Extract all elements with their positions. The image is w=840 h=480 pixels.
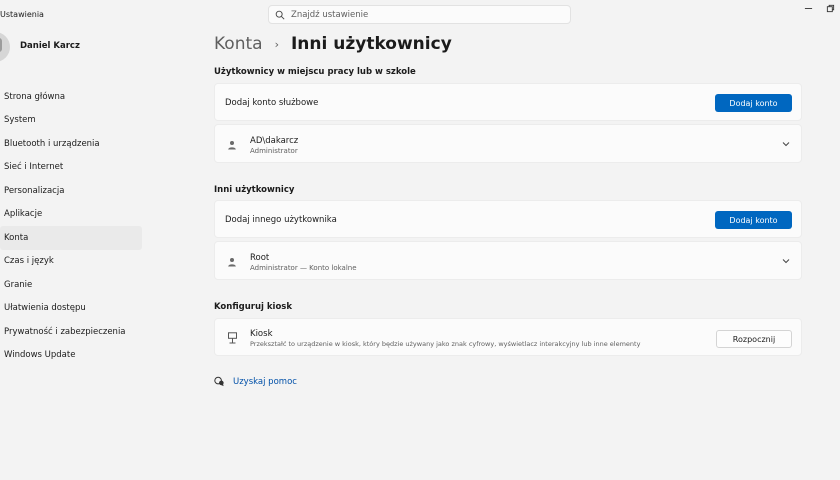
breadcrumb-separator-icon: › — [274, 37, 279, 51]
sidebar-item-time-language[interactable]: Czas i język — [0, 250, 142, 274]
sidebar-item-label: Sieć i Internet — [4, 162, 64, 173]
search-input[interactable] — [291, 9, 551, 20]
window-controls — [802, 2, 836, 14]
sidebar-item-bluetooth[interactable]: Bluetooth i urządzenia — [0, 132, 142, 156]
add-work-account-card: Dodaj konto służbowe Dodaj konto — [214, 83, 802, 121]
sidebar-item-accessibility[interactable]: Ułatwienia dostępu — [0, 297, 142, 321]
sidebar-item-accounts[interactable]: Konta — [0, 226, 142, 250]
user-name: Daniel Karcz — [20, 41, 80, 51]
sidebar-item-windows-update[interactable]: Windows Update — [0, 344, 142, 368]
sidebar-item-gaming[interactable]: Granie — [0, 273, 142, 297]
other-user-name: Root — [250, 253, 270, 263]
add-other-user-button[interactable]: Dodaj konto — [715, 211, 792, 229]
sidebar-item-system[interactable]: System — [0, 109, 142, 133]
person-icon — [228, 258, 236, 267]
sidebar-item-label: System — [4, 115, 36, 126]
breadcrumb-parent[interactable]: Konta — [214, 34, 263, 54]
work-account-role: Administrator — [250, 147, 298, 155]
kiosk-title: Kiosk — [250, 329, 273, 339]
work-account-row[interactable]: AD\dakarcz Administrator — [214, 124, 802, 163]
sidebar-item-network[interactable]: Sieć i Internet — [0, 156, 142, 180]
person-icon — [228, 141, 236, 150]
sidebar-item-label: Granie — [4, 279, 33, 290]
breadcrumb: Konta › Inni użytkownicy — [214, 34, 452, 54]
section-title-work: Użytkownicy w miejscu pracy lub w szkole — [214, 67, 416, 77]
sidebar-item-privacy[interactable]: Prywatność i zabezpieczenia — [0, 320, 142, 344]
sidebar-item-label: Bluetooth i urządzenia — [4, 138, 100, 149]
minimize-icon[interactable] — [802, 2, 814, 14]
avatar — [0, 32, 10, 62]
help-icon — [214, 376, 224, 387]
sidebar-item-apps[interactable]: Aplikacje — [0, 203, 142, 227]
page-title: Inni użytkownicy — [290, 34, 452, 54]
sidebar-item-label: Personalizacja — [4, 185, 65, 196]
sidebar-item-label: Czas i język — [4, 256, 54, 267]
kiosk-description: Przekształć to urządzenie w kiosk, który… — [250, 340, 641, 348]
search-icon — [275, 10, 285, 19]
section-title-kiosk: Konfiguruj kiosk — [214, 302, 292, 312]
add-other-user-card: Dodaj innego użytkownika Dodaj konto — [214, 200, 802, 238]
get-help-link[interactable]: Uzyskaj pomoc — [233, 377, 297, 387]
other-user-role: Administrator — Konto lokalne — [250, 264, 357, 272]
add-other-user-label: Dodaj innego użytkownika — [225, 215, 337, 225]
start-kiosk-button[interactable]: Rozpocznij — [716, 330, 792, 348]
user-profile[interactable]: Daniel Karcz — [0, 32, 140, 62]
chevron-down-icon[interactable] — [781, 256, 791, 266]
sidebar-item-label: Konta — [4, 232, 29, 243]
add-work-account-button[interactable]: Dodaj konto — [715, 94, 792, 112]
sidebar-item-label: Windows Update — [4, 350, 76, 361]
kiosk-card: Kiosk Przekształć to urządzenie w kiosk,… — [214, 318, 802, 356]
app-title: Ustawienia — [0, 10, 44, 19]
add-work-account-label: Dodaj konto służbowe — [225, 98, 319, 108]
sidebar-item-home[interactable]: Strona główna — [0, 85, 142, 109]
sidebar-item-label: Prywatność i zabezpieczenia — [4, 326, 126, 337]
sidebar-item-personalization[interactable]: Personalizacja — [0, 179, 142, 203]
search-box[interactable] — [268, 5, 571, 24]
chevron-down-icon[interactable] — [781, 139, 791, 149]
kiosk-icon — [228, 332, 237, 344]
section-title-other-users: Inni użytkownicy — [214, 185, 295, 195]
sidebar-nav: Strona główna System Bluetooth i urządze… — [0, 85, 142, 367]
get-help[interactable]: Uzyskaj pomoc — [214, 376, 297, 387]
sidebar-item-label: Aplikacje — [4, 209, 43, 220]
restore-icon[interactable] — [824, 2, 836, 14]
other-user-row[interactable]: Root Administrator — Konto lokalne — [214, 241, 802, 280]
work-account-name: AD\dakarcz — [250, 136, 299, 146]
sidebar-item-label: Ułatwienia dostępu — [4, 303, 86, 314]
sidebar-item-label: Strona główna — [4, 91, 66, 102]
